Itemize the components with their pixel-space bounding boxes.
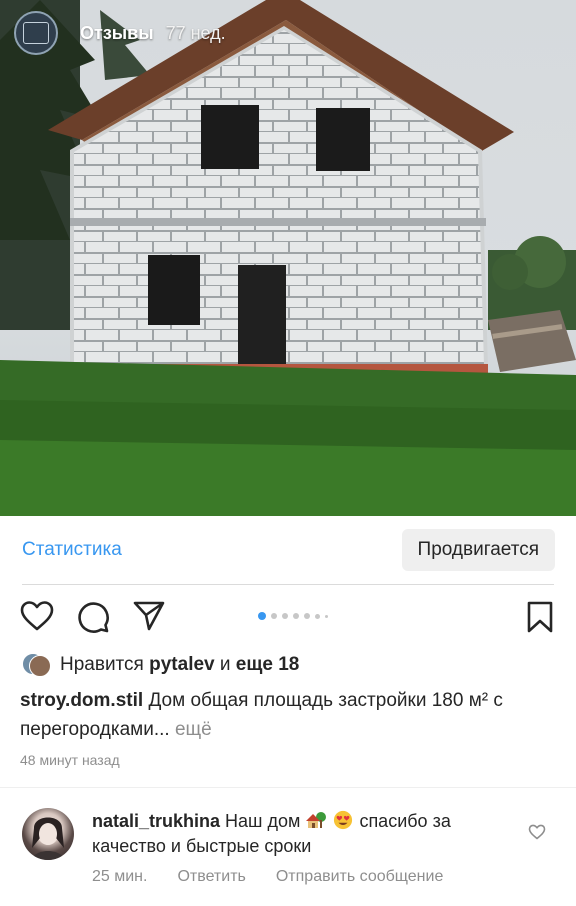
comment-icon[interactable] (76, 600, 110, 634)
comment-like-heart-icon[interactable] (528, 824, 546, 840)
share-icon[interactable] (132, 600, 166, 632)
post-photo[interactable]: Отзывы 77 нед. (0, 0, 576, 516)
story-avatar[interactable] (14, 11, 58, 55)
story-title[interactable]: Отзывы (80, 23, 154, 44)
commenter-avatar[interactable] (22, 808, 74, 860)
comment-time: 25 мин. (92, 868, 148, 885)
story-header[interactable]: Отзывы 77 нед. (14, 10, 226, 56)
statistics-link[interactable]: Статистика (22, 539, 122, 561)
send-message-button[interactable]: Отправить сообщение (276, 868, 443, 886)
post-caption: stroy.dom.stil Дом общая площадь застрой… (20, 686, 560, 744)
carousel-dot (282, 613, 288, 619)
liker-username[interactable]: pytalev (149, 654, 214, 676)
caption-username[interactable]: stroy.dom.stil (20, 690, 143, 711)
house-with-garden-emoji-icon (306, 812, 327, 828)
comment-text: natali_trukhina Наш дом спасибо за качес… (92, 809, 512, 859)
comment-username[interactable]: natali_trukhina (92, 811, 220, 831)
divider (22, 584, 554, 585)
promote-button[interactable]: Продвигается (401, 529, 555, 571)
caption-more-link[interactable]: ещё (175, 719, 212, 740)
bookmark-icon[interactable] (526, 600, 554, 634)
carousel-dot (271, 613, 277, 619)
carousel-dot (304, 613, 310, 619)
likers-avatars (22, 652, 51, 678)
insights-bar: Статистика Продвигается (0, 516, 576, 584)
heart-icon[interactable] (20, 600, 54, 632)
likes-row[interactable]: Нравится pytalev и еще 18 (22, 652, 299, 678)
comment-meta: 25 мин. Ответить Отправить сообщение (92, 868, 473, 886)
comment-text-before: Наш дом (225, 811, 301, 831)
heart-eyes-emoji-icon (334, 810, 353, 830)
carousel-dot (325, 614, 328, 618)
carousel-dot (315, 613, 320, 619)
likes-connector: и (219, 654, 231, 675)
carousel-indicator (258, 612, 333, 620)
likes-prefix: Нравится (60, 654, 144, 675)
carousel-dot (258, 612, 266, 620)
commenter-photo (32, 817, 64, 860)
likes-others[interactable]: еще 18 (236, 654, 300, 676)
story-time: 77 нед. (165, 22, 226, 43)
divider (0, 787, 576, 788)
house-photo-illustration (0, 0, 576, 516)
reply-button[interactable]: Ответить (177, 868, 245, 886)
post-timestamp: 48 минут назад (20, 752, 120, 768)
carousel-dot (293, 613, 299, 619)
